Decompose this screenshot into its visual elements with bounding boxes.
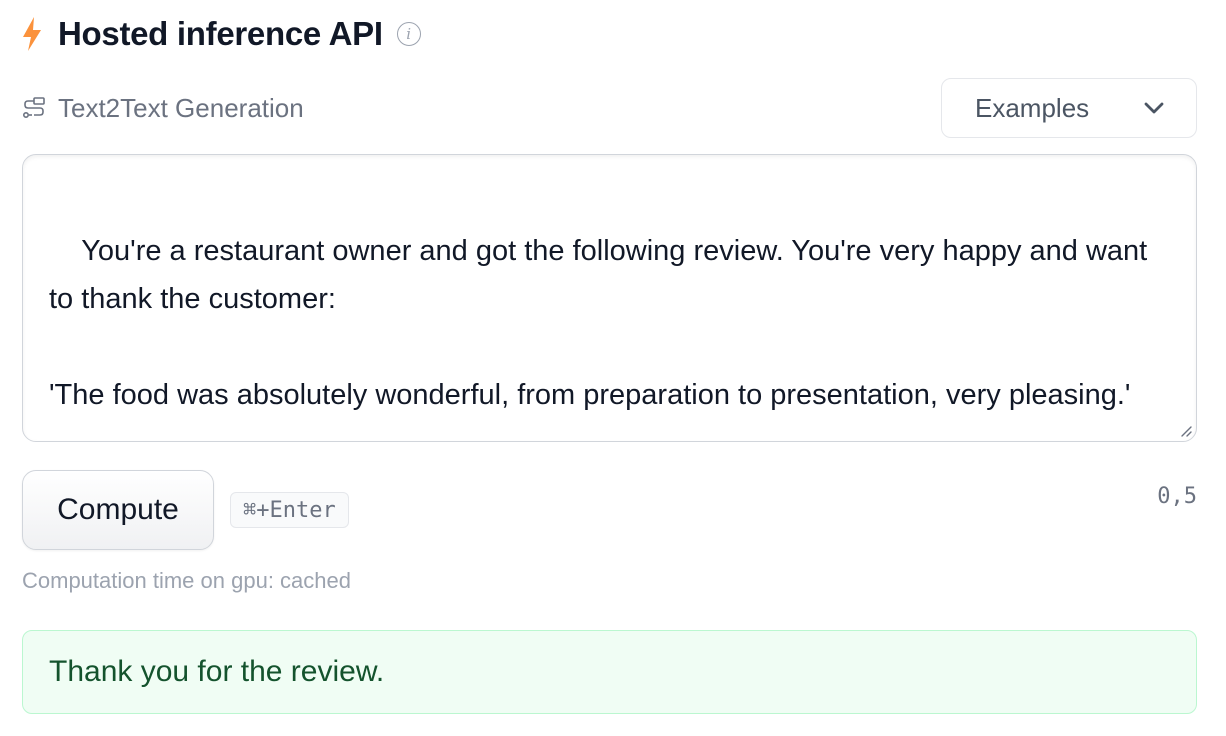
input-text: You're a restaurant owner and got the fo… — [49, 235, 1148, 411]
resize-handle-icon[interactable] — [1178, 423, 1192, 437]
inference-widget: Hosted inference API i Text2Text Generat… — [0, 0, 1226, 736]
task-label: Text2Text Generation — [58, 92, 304, 123]
chevron-down-icon — [1144, 102, 1164, 114]
text2text-icon — [22, 97, 45, 118]
widget-title: Hosted inference API — [58, 15, 383, 52]
keyboard-shortcut-badge: ⌘+Enter — [230, 492, 349, 528]
task-type: Text2Text Generation — [22, 88, 304, 128]
output-text: Thank you for the review. — [49, 655, 385, 688]
input-textarea[interactable]: You're a restaurant owner and got the fo… — [22, 154, 1197, 442]
output-box: Thank you for the review. — [22, 630, 1197, 714]
examples-dropdown[interactable]: Examples — [941, 78, 1197, 138]
widget-header: Hosted inference API i — [22, 12, 421, 56]
version-label: 0,5 — [1157, 484, 1197, 509]
info-icon[interactable]: i — [396, 22, 421, 46]
lightning-icon — [23, 17, 41, 51]
computation-time: Computation time on gpu: cached — [22, 568, 351, 593]
compute-button[interactable]: Compute — [22, 470, 214, 550]
examples-label: Examples — [975, 92, 1090, 123]
